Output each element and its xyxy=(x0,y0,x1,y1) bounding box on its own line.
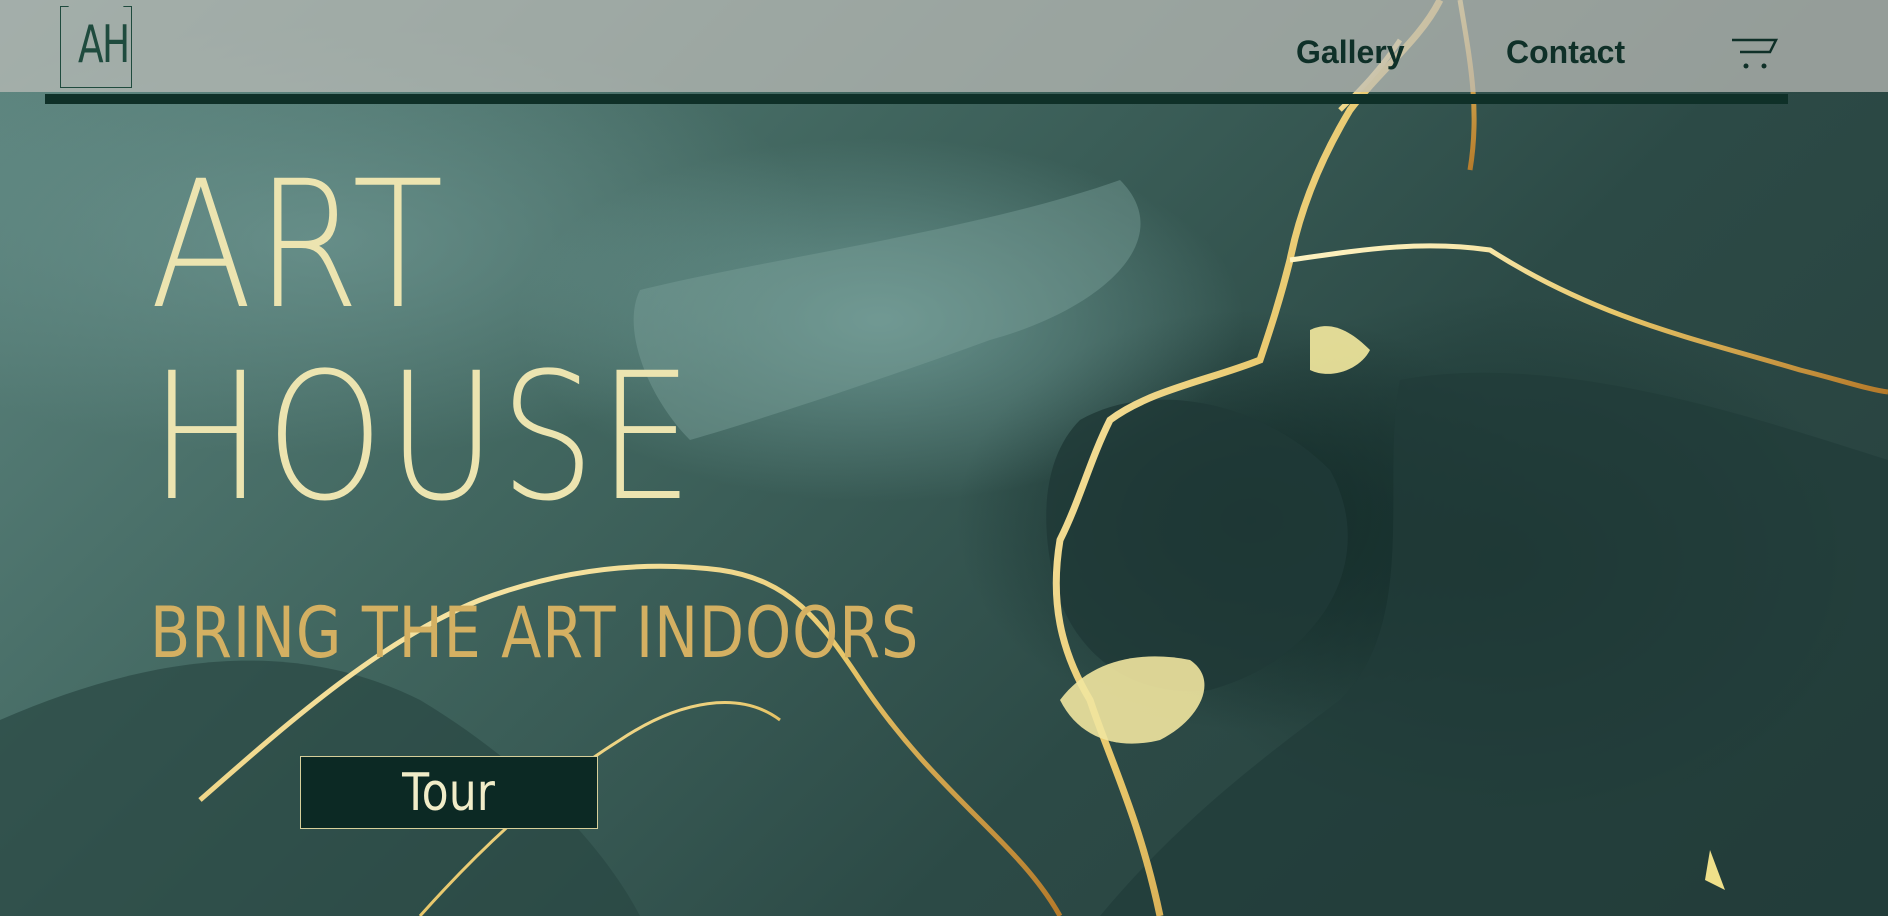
nav-contact-link[interactable]: Contact xyxy=(1506,34,1625,71)
tour-button[interactable]: Tour xyxy=(300,756,598,829)
cart-icon[interactable] xyxy=(1730,34,1780,74)
hero-title-line2: HOUSE xyxy=(150,335,697,540)
header-divider xyxy=(45,94,1788,104)
logo[interactable]: AH xyxy=(60,6,132,88)
hero-subtitle: BRING THE ART INDOORS xyxy=(150,592,920,674)
nav-gallery-link[interactable]: Gallery xyxy=(1296,34,1405,71)
site-header: AH Gallery Contact xyxy=(0,0,1888,92)
logo-text: AH xyxy=(78,15,130,75)
hero-title-line1: ART xyxy=(150,143,447,348)
tour-button-label: Tour xyxy=(402,762,496,823)
